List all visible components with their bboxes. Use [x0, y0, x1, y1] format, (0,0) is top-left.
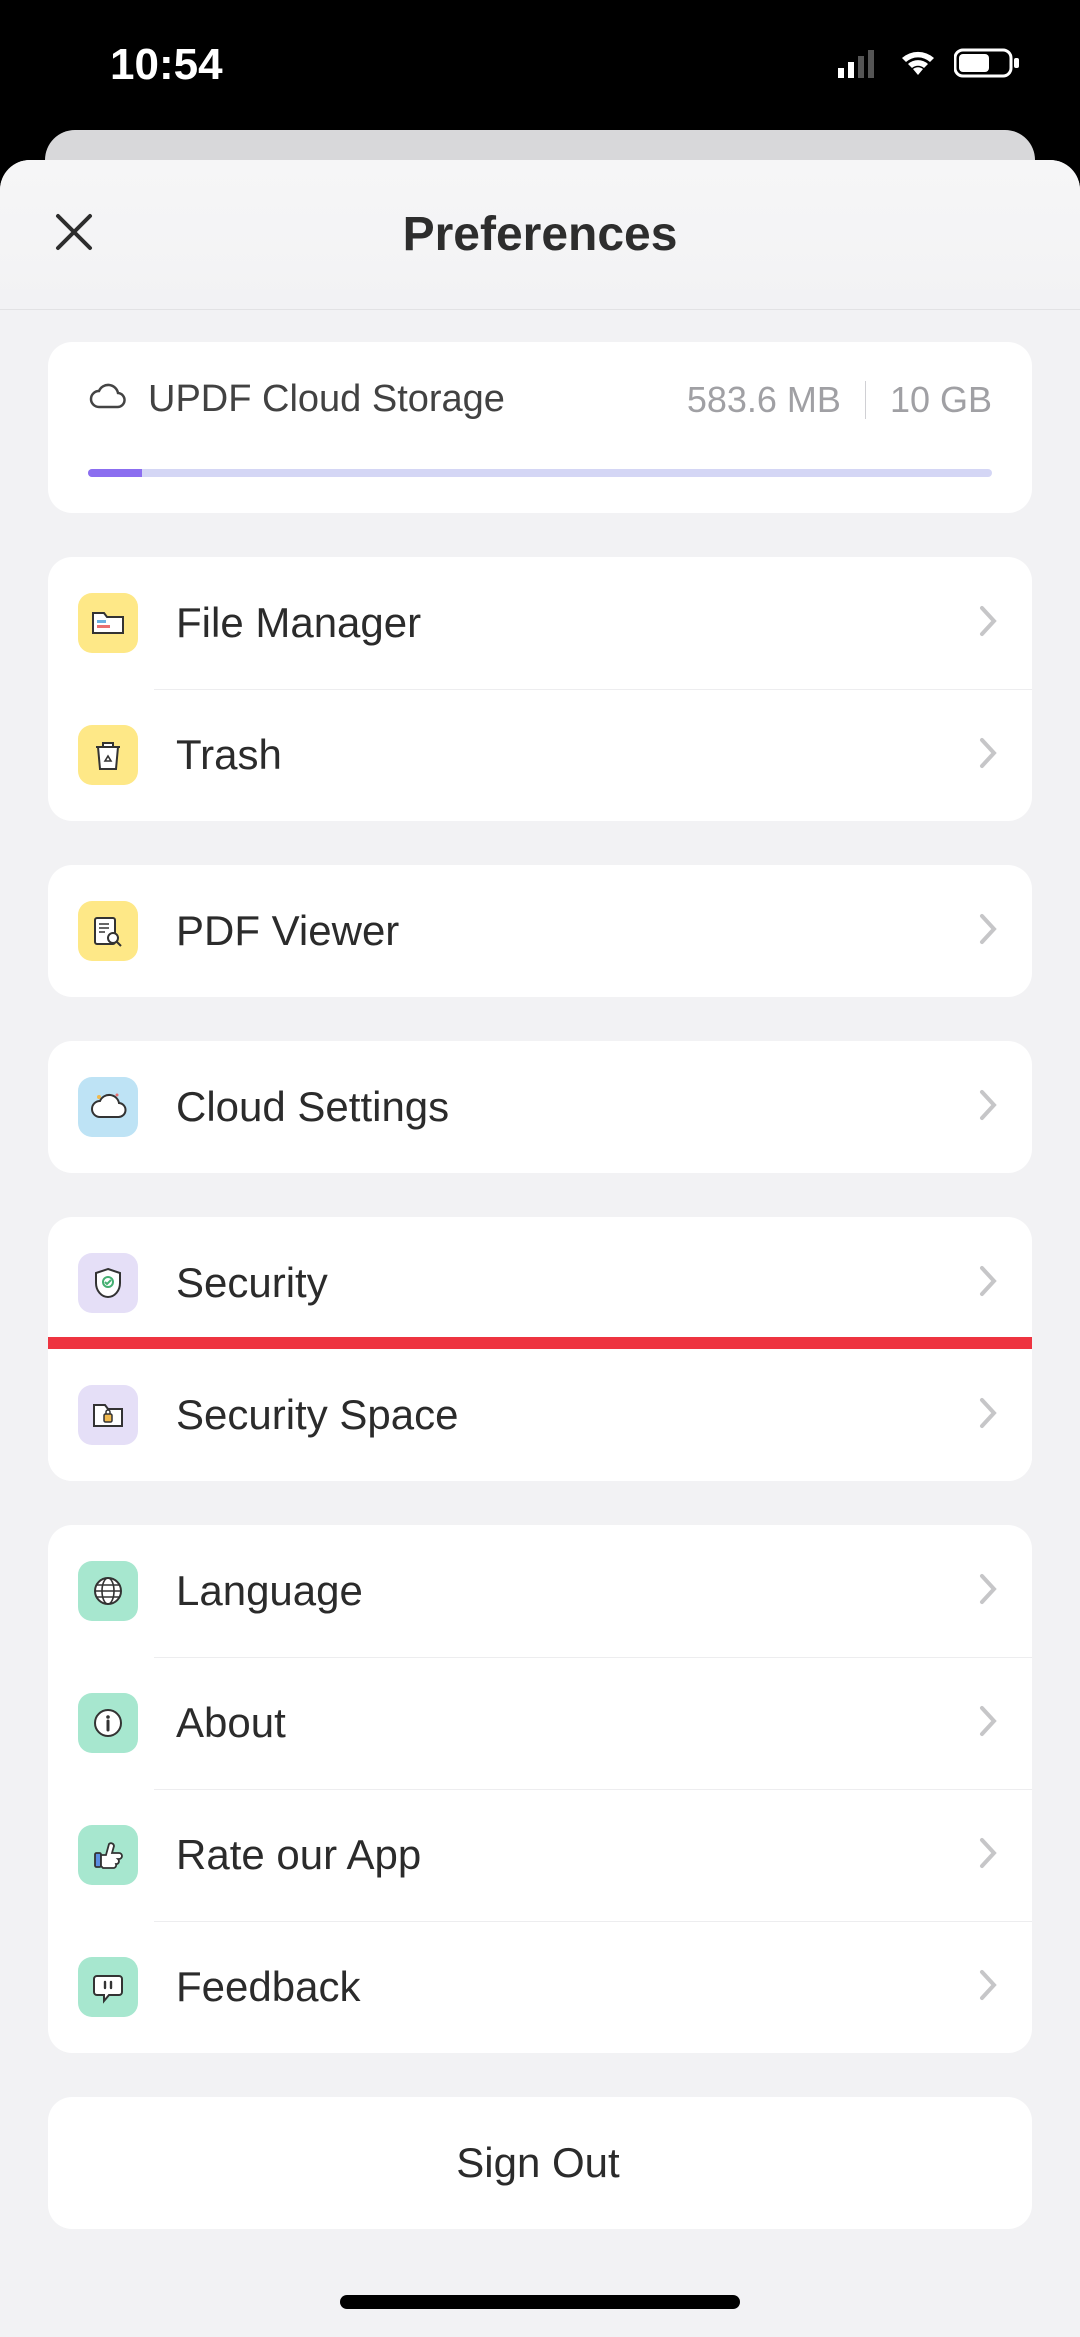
row-language[interactable]: Language — [48, 1525, 1032, 1657]
preferences-content: UPDF Cloud Storage 583.6 MB 10 GB File M… — [0, 310, 1080, 2229]
battery-icon — [954, 47, 1020, 84]
row-rate[interactable]: Rate our App — [48, 1789, 1032, 1921]
signout-card: Sign Out — [48, 2097, 1032, 2229]
group-filesystem: File Manager Trash — [48, 557, 1032, 821]
group-general: Language About Rate our App — [48, 1525, 1032, 2053]
close-icon — [53, 211, 95, 258]
storage-divider — [865, 381, 866, 419]
status-bar: 10:54 — [0, 0, 1080, 130]
row-feedback[interactable]: Feedback — [48, 1921, 1032, 2053]
chevron-right-icon — [978, 912, 998, 951]
status-time: 10:54 — [110, 40, 223, 90]
row-security-space[interactable]: Security Space — [48, 1349, 1032, 1481]
shield-icon — [78, 1253, 138, 1313]
row-trash[interactable]: Trash — [48, 689, 1032, 821]
row-cloud-settings-label: Cloud Settings — [176, 1083, 978, 1131]
thumbs-up-icon — [78, 1825, 138, 1885]
storage-total: 10 GB — [890, 379, 992, 421]
preferences-sheet: Preferences UPDF Cloud Storage 583.6 MB … — [0, 160, 1080, 2337]
sheet-title: Preferences — [403, 207, 678, 262]
row-pdf-viewer-label: PDF Viewer — [176, 907, 978, 955]
trash-icon — [78, 725, 138, 785]
chevron-right-icon — [978, 1968, 998, 2007]
row-feedback-label: Feedback — [176, 1963, 978, 2011]
group-cloud: Cloud Settings — [48, 1041, 1032, 1173]
row-pdf-viewer[interactable]: PDF Viewer — [48, 865, 1032, 997]
chevron-right-icon — [978, 736, 998, 775]
wifi-icon — [896, 47, 940, 84]
group-security: Security Security Space — [48, 1217, 1032, 1481]
row-security[interactable]: Security — [48, 1217, 1032, 1349]
row-language-label: Language — [176, 1567, 978, 1615]
storage-used: 583.6 MB — [687, 379, 841, 421]
storage-card[interactable]: UPDF Cloud Storage 583.6 MB 10 GB — [48, 342, 1032, 513]
row-file-manager[interactable]: File Manager — [48, 557, 1032, 689]
cloud-settings-icon — [78, 1077, 138, 1137]
lock-folder-icon — [78, 1385, 138, 1445]
signout-button[interactable]: Sign Out — [48, 2097, 1032, 2229]
row-security-label: Security — [176, 1259, 978, 1307]
row-about[interactable]: About — [48, 1657, 1032, 1789]
row-cloud-settings[interactable]: Cloud Settings — [48, 1041, 1032, 1173]
chevron-right-icon — [978, 1704, 998, 1743]
row-trash-label: Trash — [176, 731, 978, 779]
document-search-icon — [78, 901, 138, 961]
row-rate-label: Rate our App — [176, 1831, 978, 1879]
signout-label: Sign Out — [456, 2139, 619, 2187]
storage-label: UPDF Cloud Storage — [148, 378, 505, 421]
cellular-icon — [838, 48, 882, 83]
group-viewer: PDF Viewer — [48, 865, 1032, 997]
chevron-right-icon — [978, 1836, 998, 1875]
chevron-right-icon — [978, 1396, 998, 1435]
chevron-right-icon — [978, 1264, 998, 1303]
speech-bubble-icon — [78, 1957, 138, 2017]
close-button[interactable] — [48, 209, 100, 261]
status-indicators — [838, 47, 1020, 84]
chevron-right-icon — [978, 604, 998, 643]
folder-icon — [78, 593, 138, 653]
chevron-right-icon — [978, 1572, 998, 1611]
row-about-label: About — [176, 1699, 978, 1747]
row-file-manager-label: File Manager — [176, 599, 978, 647]
storage-progress — [88, 469, 992, 477]
highlight-security-space: Security Space — [48, 1337, 1032, 1481]
storage-progress-fill — [88, 469, 142, 477]
cloud-icon — [88, 383, 126, 416]
info-icon — [78, 1693, 138, 1753]
home-indicator[interactable] — [340, 2295, 740, 2309]
globe-icon — [78, 1561, 138, 1621]
row-security-space-label: Security Space — [176, 1391, 978, 1439]
sheet-header: Preferences — [0, 160, 1080, 310]
chevron-right-icon — [978, 1088, 998, 1127]
